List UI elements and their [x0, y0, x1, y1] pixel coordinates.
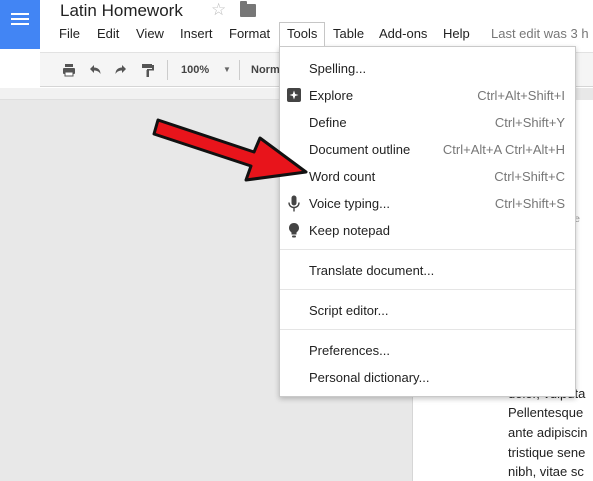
print-icon[interactable]: [61, 62, 77, 78]
menu-item-shortcut: Ctrl+Alt+A Ctrl+Alt+H: [442, 142, 565, 157]
menu-item-word-count[interactable]: Word count Ctrl+Shift+C: [280, 163, 575, 190]
menu-item-label: Document outline: [309, 142, 411, 157]
menu-format[interactable]: Format: [222, 22, 277, 46]
menu-item-label: Word count: [309, 169, 376, 184]
tools-menu-dropdown: Spelling... Explore Ctrl+Alt+Shift+I Def…: [279, 46, 576, 397]
menu-table[interactable]: Table: [326, 22, 371, 46]
doc-text-line: Pellentesque: [508, 405, 584, 420]
last-edit-status[interactable]: Last edit was 3 h: [491, 22, 589, 46]
menu-item-preferences[interactable]: Preferences...: [280, 337, 575, 364]
menu-view[interactable]: View: [129, 22, 171, 46]
explore-icon: [287, 88, 301, 102]
menu-item-spelling[interactable]: Spelling...: [280, 55, 575, 82]
menu-item-explore[interactable]: Explore Ctrl+Alt+Shift+I: [280, 82, 575, 109]
menu-item-shortcut: Ctrl+Shift+S: [494, 196, 565, 211]
folder-icon[interactable]: [240, 1, 256, 17]
menu-item-label: Explore: [309, 88, 354, 103]
menu-item-label: Spelling...: [309, 61, 367, 76]
menu-divider: [280, 329, 575, 330]
menu-item-keep-notepad[interactable]: Keep notepad: [280, 217, 575, 244]
star-icon[interactable]: ☆: [211, 1, 226, 19]
menu-divider: [280, 289, 575, 290]
redo-icon[interactable]: [113, 62, 129, 78]
paint-format-icon[interactable]: [140, 62, 156, 78]
zoom-select[interactable]: 100%: [181, 62, 209, 78]
paragraph-style-select[interactable]: Norm: [251, 62, 280, 78]
menu-item-document-outline[interactable]: Document outline Ctrl+Alt+A Ctrl+Alt+H: [280, 136, 575, 163]
doc-text-line: nibh, vitae sc: [508, 464, 584, 479]
doc-text-line: tristique sene: [508, 445, 586, 460]
red-arrow-annotation: [152, 118, 308, 182]
chevron-down-icon[interactable]: ▼: [223, 62, 231, 78]
menu-item-translate-document[interactable]: Translate document...: [280, 257, 575, 284]
doc-text-line: ante adipiscin: [508, 425, 588, 440]
menu-add-ons[interactable]: Add-ons: [372, 22, 434, 46]
menu-item-script-editor[interactable]: Script editor...: [280, 297, 575, 324]
menu-divider: [280, 249, 575, 250]
menu-item-shortcut: Ctrl+Shift+Y: [494, 115, 565, 130]
document-title[interactable]: Latin Homework: [60, 0, 183, 22]
docs-logo[interactable]: [0, 0, 40, 49]
menu-item-shortcut: Ctrl+Alt+Shift+I: [477, 88, 565, 103]
docs-menu-icon: [11, 13, 29, 27]
menu-item-label: Voice typing...: [309, 196, 390, 211]
menu-item-define[interactable]: Define Ctrl+Shift+Y: [280, 109, 575, 136]
menu-item-label: Preferences...: [309, 343, 390, 358]
menu-item-label: Translate document...: [309, 263, 435, 278]
toolbar-divider: [239, 60, 240, 80]
menu-edit[interactable]: Edit: [90, 22, 126, 46]
menu-item-voice-typing[interactable]: Voice typing... Ctrl+Shift+S: [280, 190, 575, 217]
menu-help[interactable]: Help: [436, 22, 477, 46]
menu-insert[interactable]: Insert: [173, 22, 220, 46]
menu-item-label: Personal dictionary...: [309, 370, 430, 385]
toolbar-divider: [167, 60, 168, 80]
menu-item-label: Script editor...: [309, 303, 389, 318]
menu-item-label: Define: [309, 115, 347, 130]
menu-item-personal-dictionary[interactable]: Personal dictionary...: [280, 364, 575, 391]
menu-file[interactable]: File: [52, 22, 87, 46]
menu-tools[interactable]: Tools: [279, 22, 326, 46]
menu-item-shortcut: Ctrl+Shift+C: [494, 169, 565, 184]
microphone-icon: [288, 195, 300, 212]
lightbulb-icon: [289, 223, 299, 238]
undo-icon[interactable]: [87, 62, 103, 78]
menu-item-label: Keep notepad: [309, 223, 390, 238]
